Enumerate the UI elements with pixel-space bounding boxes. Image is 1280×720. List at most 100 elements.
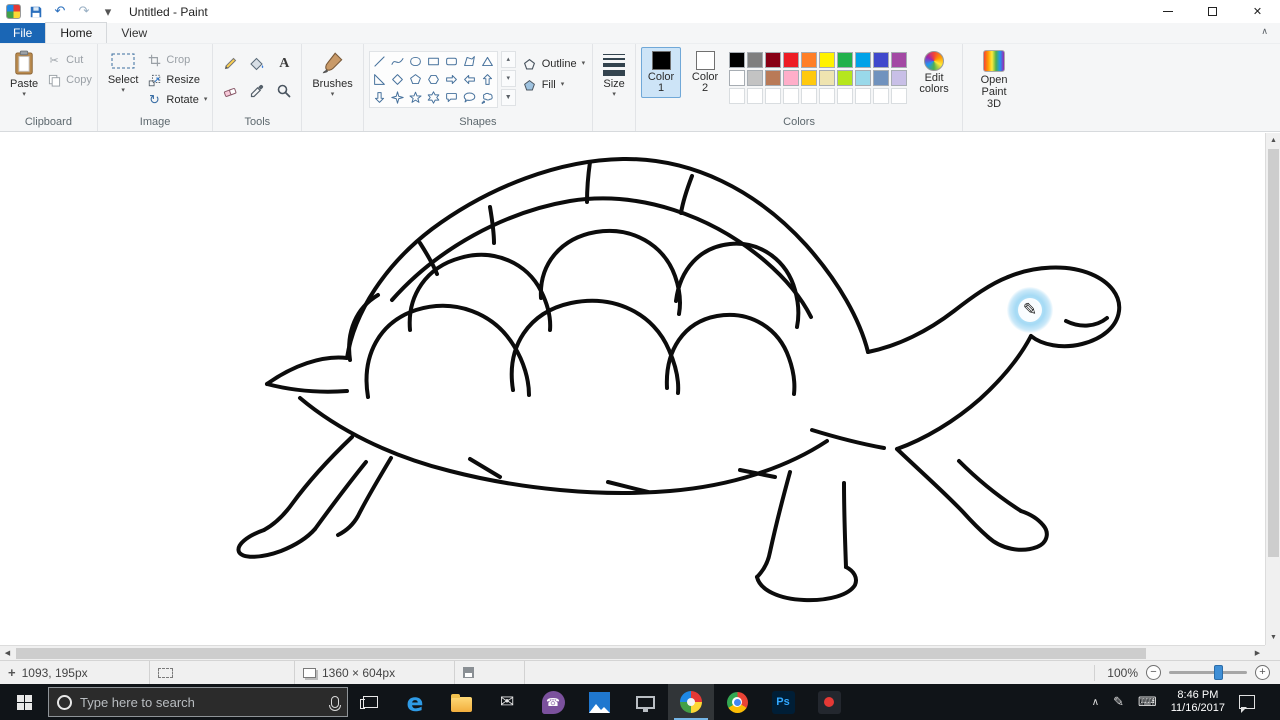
windows-ink-pen-icon[interactable]: ✎: [1113, 695, 1124, 710]
collapse-ribbon-button[interactable]: ∧: [1261, 27, 1268, 37]
zoom-in-button[interactable]: +: [1255, 665, 1270, 680]
shape-callout-oval[interactable]: [461, 89, 478, 106]
shape-arrow-right[interactable]: [443, 71, 460, 88]
maximize-button[interactable]: [1190, 0, 1235, 23]
taskbar-app-photoshop[interactable]: Ps: [760, 684, 806, 720]
shape-callout-rounded[interactable]: [443, 89, 460, 106]
rotate-button[interactable]: ↻ Rotate ▾: [147, 93, 207, 108]
tab-home[interactable]: Home: [45, 22, 108, 43]
palette-swatch[interactable]: [729, 52, 746, 68]
taskbar-search[interactable]: [48, 687, 348, 717]
taskbar-app-file-explorer[interactable]: [438, 684, 484, 720]
close-button[interactable]: ✕: [1235, 0, 1280, 23]
zoom-slider-thumb[interactable]: [1214, 665, 1224, 680]
taskbar-app-mail[interactable]: ✉: [484, 684, 530, 720]
cut-button[interactable]: ✂ Cut: [47, 53, 92, 67]
horizontal-scroll-thumb[interactable]: [16, 648, 1146, 659]
pencil-tool-button[interactable]: [218, 52, 242, 76]
resize-button[interactable]: Resize: [147, 73, 207, 87]
palette-custom-slot[interactable]: [837, 88, 854, 104]
shapes-scroll-up-button[interactable]: ▴: [500, 51, 516, 68]
horizontal-scrollbar[interactable]: ◀ ▶: [0, 645, 1265, 660]
text-tool-button[interactable]: A: [272, 52, 296, 76]
palette-swatch[interactable]: [837, 70, 854, 86]
palette-swatch[interactable]: [855, 70, 872, 86]
palette-swatch[interactable]: [765, 52, 782, 68]
shape-arrow-up[interactable]: [479, 71, 496, 88]
edit-colors-button[interactable]: Edit colors: [911, 47, 957, 99]
palette-custom-slot[interactable]: [855, 88, 872, 104]
palette-custom-slot[interactable]: [819, 88, 836, 104]
customize-qat-chevron-icon[interactable]: ▾: [99, 3, 117, 21]
save-button[interactable]: [27, 3, 45, 21]
palette-custom-slot[interactable]: [747, 88, 764, 104]
microphone-icon[interactable]: [329, 696, 341, 711]
taskbar-app-edge[interactable]: e: [392, 684, 438, 720]
color1-button[interactable]: Color 1: [641, 47, 682, 98]
fill-tool-button[interactable]: [245, 52, 269, 76]
color2-button[interactable]: Color 2: [685, 47, 725, 98]
shape-diamond[interactable]: [389, 71, 406, 88]
vertical-scrollbar[interactable]: ▲ ▼: [1265, 133, 1280, 645]
palette-swatch[interactable]: [783, 52, 800, 68]
minimize-button[interactable]: [1145, 0, 1190, 23]
tab-file[interactable]: File: [0, 23, 46, 43]
palette-custom-slot[interactable]: [891, 88, 908, 104]
touch-keyboard-icon[interactable]: ⌨: [1138, 695, 1157, 710]
palette-custom-slot[interactable]: [873, 88, 890, 104]
scroll-up-arrow[interactable]: ▲: [1266, 133, 1280, 148]
palette-swatch[interactable]: [819, 52, 836, 68]
shape-right-triangle[interactable]: [371, 71, 388, 88]
shape-pentagon[interactable]: [407, 71, 424, 88]
shape-star-5[interactable]: [407, 89, 424, 106]
search-input[interactable]: [80, 694, 323, 710]
drawing-canvas[interactable]: ✎: [0, 133, 1265, 645]
shape-star-4[interactable]: [389, 89, 406, 106]
shapes-scroll-down-button[interactable]: ▾: [500, 70, 516, 87]
palette-swatch[interactable]: [819, 70, 836, 86]
palette-swatch[interactable]: [765, 70, 782, 86]
palette-custom-slot[interactable]: [729, 88, 746, 104]
palette-swatch[interactable]: [729, 70, 746, 86]
taskbar-app-paint[interactable]: [668, 684, 714, 720]
outline-button[interactable]: Outline ▾: [523, 57, 585, 71]
shape-curve[interactable]: [389, 53, 406, 70]
shape-line[interactable]: [371, 53, 388, 70]
palette-swatch[interactable]: [783, 70, 800, 86]
crop-button[interactable]: Crop: [147, 53, 207, 67]
color-picker-tool-button[interactable]: [245, 79, 269, 103]
tab-view[interactable]: View: [107, 23, 161, 43]
eraser-tool-button[interactable]: [218, 79, 242, 103]
vertical-scroll-thumb[interactable]: [1268, 149, 1279, 557]
brushes-button[interactable]: Brushes ▾: [307, 47, 357, 99]
palette-swatch[interactable]: [801, 70, 818, 86]
taskbar-clock[interactable]: 8:46 PM 11/16/2017: [1171, 689, 1225, 715]
shape-oval[interactable]: [407, 53, 424, 70]
shape-callout-cloud[interactable]: [479, 89, 496, 106]
copy-button[interactable]: Copy: [47, 73, 92, 87]
palette-swatch[interactable]: [891, 52, 908, 68]
shape-fill-button[interactable]: Fill ▾: [523, 78, 585, 92]
palette-swatch[interactable]: [801, 52, 818, 68]
palette-swatch[interactable]: [873, 52, 890, 68]
shape-hexagon[interactable]: [425, 71, 442, 88]
taskbar-app-recorder[interactable]: [806, 684, 852, 720]
shape-rectangle[interactable]: [425, 53, 442, 70]
palette-swatch[interactable]: [747, 52, 764, 68]
shape-triangle[interactable]: [479, 53, 496, 70]
taskbar-app-viber[interactable]: ☎: [530, 684, 576, 720]
tray-chevron-up-icon[interactable]: ∧: [1092, 697, 1099, 708]
zoom-slider[interactable]: [1169, 665, 1247, 680]
shape-arrow-left[interactable]: [461, 71, 478, 88]
scroll-down-arrow[interactable]: ▼: [1266, 630, 1280, 645]
task-view-button[interactable]: [348, 684, 392, 720]
size-button[interactable]: Size ▾: [598, 47, 630, 99]
shapes-more-button[interactable]: ▼: [500, 89, 516, 106]
open-paint3d-button[interactable]: Open Paint 3D: [968, 47, 1020, 111]
palette-swatch[interactable]: [855, 52, 872, 68]
scroll-right-arrow[interactable]: ▶: [1250, 646, 1265, 661]
zoom-out-button[interactable]: −: [1146, 665, 1161, 680]
paste-button[interactable]: Paste ▾: [5, 47, 43, 99]
palette-swatch[interactable]: [873, 70, 890, 86]
magnifier-tool-button[interactable]: [272, 79, 296, 103]
